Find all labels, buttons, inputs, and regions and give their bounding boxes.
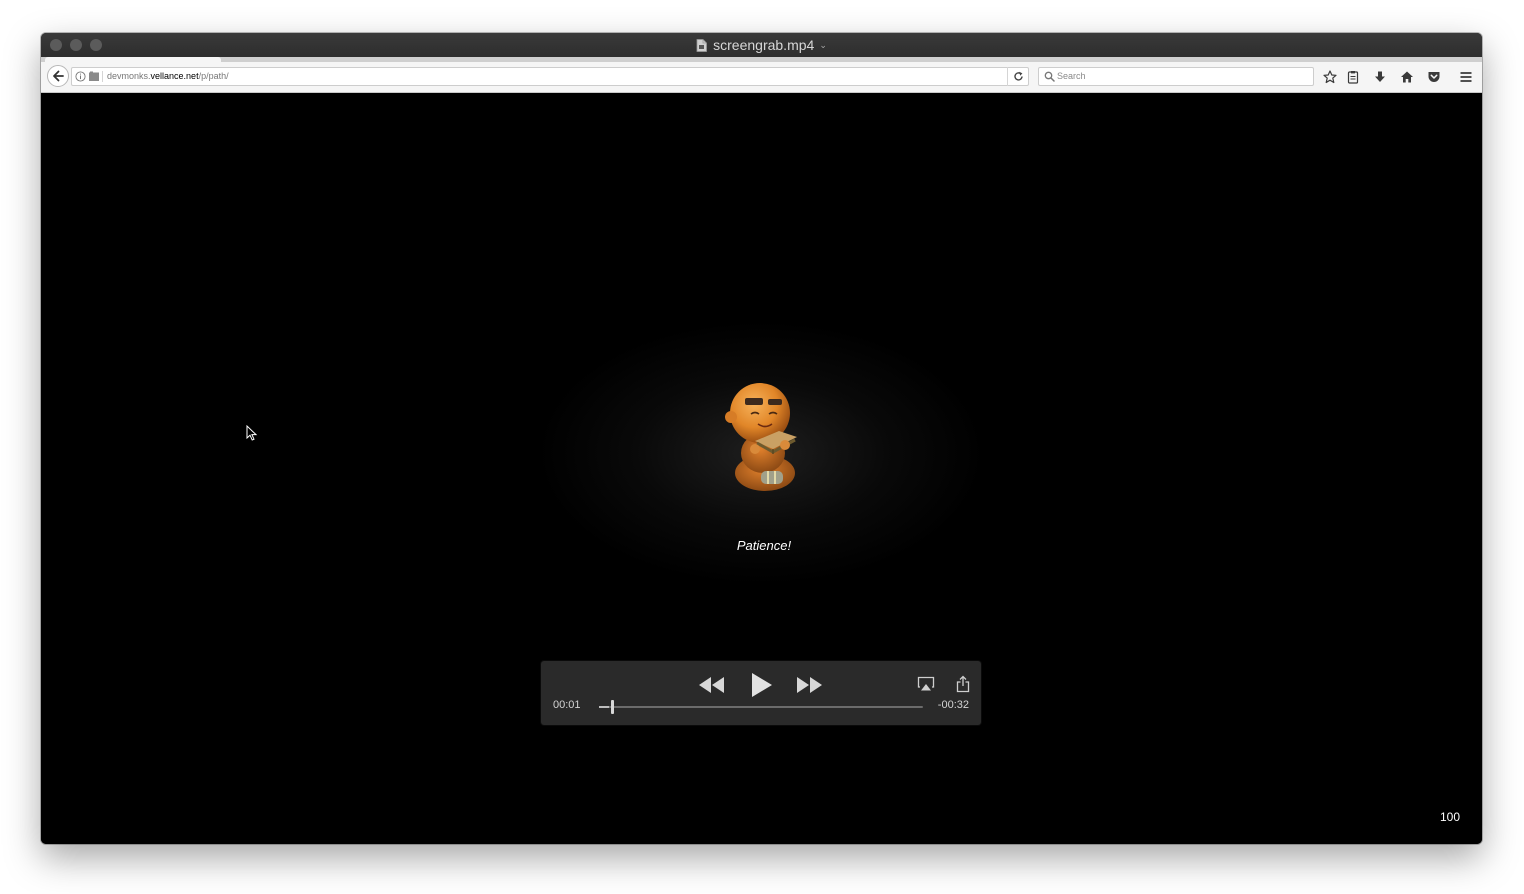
- pocket-icon: [1427, 70, 1441, 84]
- video-controls: 00:01 -00:32: [541, 661, 981, 725]
- fast-forward-button[interactable]: [794, 673, 824, 697]
- reload-button[interactable]: [1007, 67, 1029, 86]
- search-icon: [1044, 71, 1055, 82]
- chevron-down-icon: ⌄: [819, 39, 827, 50]
- url-subdomain: devmonks.: [107, 71, 151, 81]
- back-arrow-icon: [52, 70, 64, 82]
- zoom-level: 100: [1439, 810, 1460, 824]
- reload-icon: [1013, 71, 1024, 82]
- url-separator: [102, 71, 103, 82]
- info-icon[interactable]: [75, 71, 86, 82]
- rewind-button[interactable]: [697, 673, 727, 697]
- remaining-time: -00:32: [937, 699, 969, 711]
- pocket-button[interactable]: [1425, 68, 1443, 86]
- search-bar[interactable]: [1038, 67, 1314, 86]
- clipboard-icon: [1346, 70, 1360, 84]
- video-caption: Patience!: [736, 538, 792, 553]
- url-bar[interactable]: devmonks.vellance.net/p/path/: [71, 67, 1029, 86]
- share-button[interactable]: [954, 673, 972, 695]
- file-icon: [696, 38, 708, 52]
- rewind-icon: [698, 676, 726, 694]
- airplay-button[interactable]: [915, 674, 937, 694]
- home-icon: [1400, 70, 1414, 84]
- reading-list-button[interactable]: [1344, 68, 1362, 86]
- page-icon[interactable]: [88, 71, 100, 82]
- play-button[interactable]: [747, 670, 777, 700]
- scrubber-handle[interactable]: [611, 700, 614, 714]
- url-host: vellance.net: [150, 71, 199, 81]
- mouse-pointer-icon: [246, 425, 258, 441]
- back-button[interactable]: [47, 65, 69, 87]
- fast-forward-icon: [795, 676, 823, 694]
- search-input[interactable]: [1057, 69, 1297, 83]
- share-icon: [956, 675, 970, 693]
- open-menu-button[interactable]: [1457, 68, 1475, 86]
- bookmark-button[interactable]: [1321, 68, 1339, 86]
- window-title-text: screengrab.mp4: [713, 37, 815, 53]
- star-icon: [1323, 70, 1337, 84]
- video-viewport[interactable]: Patience! 00:01 -00:32 100: [41, 93, 1482, 844]
- home-button[interactable]: [1398, 68, 1416, 86]
- airplay-icon: [917, 676, 935, 692]
- window-title[interactable]: screengrab.mp4 ⌄: [41, 33, 1482, 57]
- scrubber-played: [599, 706, 609, 708]
- reading-monk-illustration: [725, 383, 797, 491]
- title-bar[interactable]: screengrab.mp4 ⌄: [41, 33, 1482, 58]
- url-path: /p/path/: [198, 71, 229, 81]
- current-time: 00:01: [553, 699, 581, 711]
- download-arrow-icon: [1373, 70, 1387, 84]
- downloads-button[interactable]: [1371, 68, 1389, 86]
- browser-window: screengrab.mp4 ⌄ devmonks.vellance.net/p…: [41, 33, 1482, 844]
- navigation-toolbar: devmonks.vellance.net/p/path/: [41, 62, 1482, 93]
- url-text[interactable]: devmonks.vellance.net/p/path/: [107, 70, 229, 83]
- play-icon: [751, 672, 773, 698]
- scrubber-track[interactable]: [599, 706, 923, 708]
- hamburger-menu-icon: [1459, 70, 1473, 84]
